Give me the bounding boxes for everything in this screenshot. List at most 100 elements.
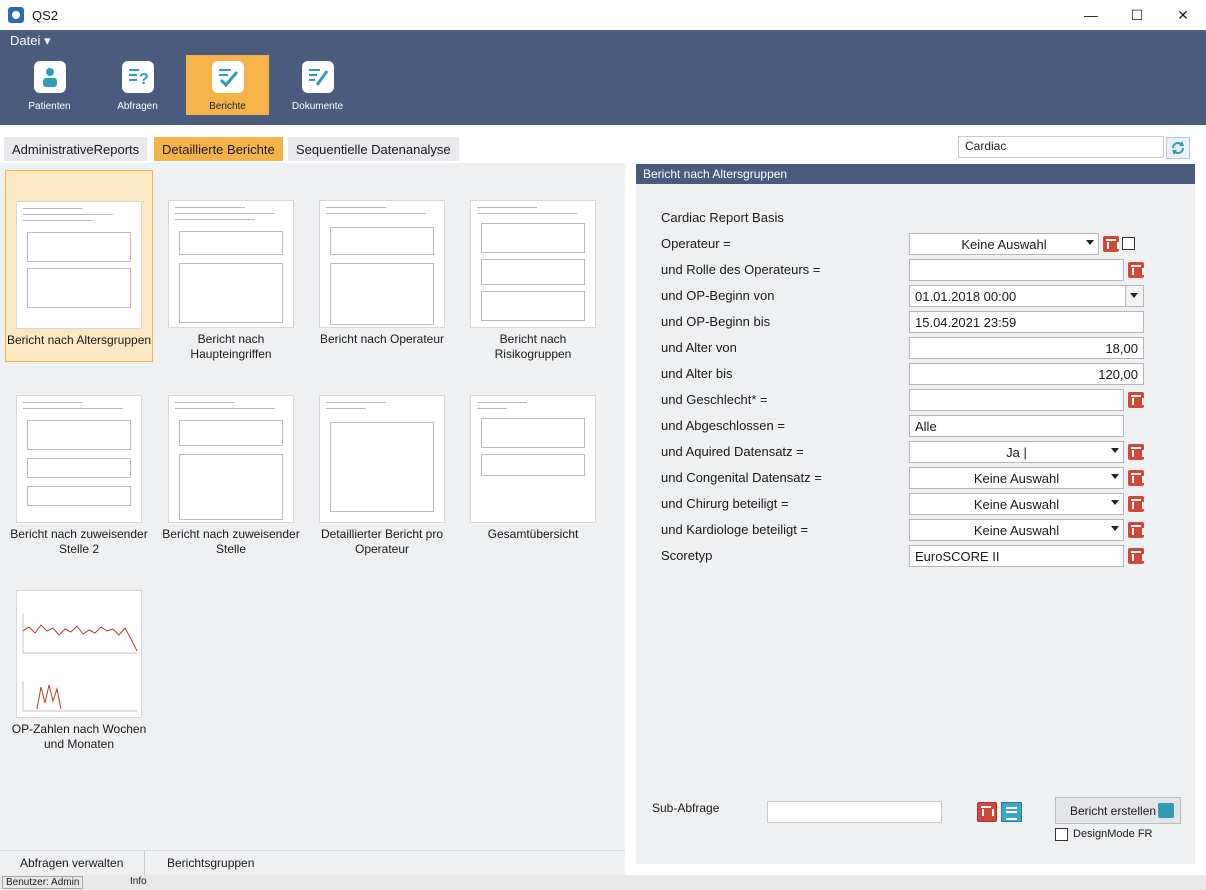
geschlecht-label: und Geschlecht* =: [661, 392, 768, 407]
title-bar: QS2 — ☐ ✕: [0, 0, 1206, 30]
trash-icon[interactable]: [1128, 392, 1144, 408]
tab-administrative-reports[interactable]: AdministrativeReports: [4, 137, 148, 161]
ribbon-berichte-button[interactable]: Berichte: [186, 55, 269, 115]
chirurg-select[interactable]: Keine Auswahl: [909, 493, 1124, 515]
report-tile-altersgruppen[interactable]: Bericht nach Altersgruppen: [5, 170, 153, 362]
tab-detaillierte-berichte[interactable]: Detaillierte Berichte: [154, 137, 283, 161]
document-edit-icon: [301, 61, 334, 93]
aquired-label: und Aquired Datensatz =: [661, 444, 804, 459]
alter-bis-field[interactable]: 120,00: [909, 363, 1144, 385]
minimize-button[interactable]: —: [1068, 0, 1114, 30]
report-label: Gesamtübersicht: [487, 527, 579, 541]
report-thumbnail: [319, 200, 445, 328]
calendar-dropdown-icon[interactable]: [1125, 286, 1143, 306]
operateur-select[interactable]: Keine Auswahl: [909, 233, 1099, 255]
operateur-label: Operateur =: [661, 236, 731, 251]
list-icon[interactable]: [1001, 802, 1022, 822]
report-label: Bericht nach Altersgruppen: [6, 333, 152, 347]
ribbon-patienten-button[interactable]: Patienten: [8, 55, 91, 115]
panel-header: Bericht nach Altersgruppen: [636, 164, 1195, 184]
search-input[interactable]: Cardiac: [958, 136, 1164, 158]
berichtsgruppen-tab[interactable]: Berichtsgruppen: [167, 856, 254, 870]
trash-icon[interactable]: [1128, 470, 1144, 486]
close-button[interactable]: ✕: [1160, 0, 1206, 30]
abgeschlossen-label: und Abgeschlossen =: [661, 418, 785, 433]
geschlecht-field[interactable]: [909, 389, 1124, 411]
maximize-button[interactable]: ☐: [1114, 0, 1160, 30]
report-tile-gesamtuebersicht[interactable]: Gesamtübersicht: [459, 365, 607, 557]
alter-bis-label: und Alter bis: [661, 366, 733, 381]
aquired-select[interactable]: Ja |: [909, 441, 1124, 463]
report-label: Bericht nach Operateur: [319, 332, 445, 346]
report-parameters-panel: Bericht nach Altersgruppen Cardiac Repor…: [636, 164, 1195, 864]
bericht-erstellen-label: Bericht erstellen: [1070, 803, 1157, 818]
rolle-field[interactable]: [909, 259, 1124, 281]
scoretyp-label: Scoretyp: [661, 548, 713, 563]
op-beginn-von-field[interactable]: 01.01.2018 00:00: [909, 285, 1144, 307]
report-tile-haupteingriffen[interactable]: Bericht nach Haupteingriffen: [157, 170, 305, 362]
congenital-value: Keine Auswahl: [973, 470, 1060, 486]
report-label: Detaillierter Bericht pro Operateur: [320, 527, 444, 556]
ribbon-dokumente-button[interactable]: Dokumente: [276, 55, 359, 115]
rolle-label: und Rolle des Operateurs =: [661, 262, 821, 277]
congenital-select[interactable]: Keine Auswahl: [909, 467, 1124, 489]
report-label: OP-Zahlen nach Wochen und Monaten: [11, 722, 147, 751]
designmode-label: DesignMode FR: [1073, 828, 1153, 840]
report-thumbnail: [16, 395, 142, 523]
scoretyp-field[interactable]: EuroSCORE II: [909, 545, 1124, 567]
op-beginn-von-label: und OP-Beginn von: [661, 288, 775, 303]
ribbon-label: Dokumente: [291, 101, 344, 112]
report-thumbnail: [168, 200, 294, 328]
menu-datei[interactable]: Datei ▾: [10, 33, 51, 49]
sub-abfrage-input[interactable]: [767, 801, 942, 823]
chevron-down-icon: [1111, 474, 1119, 479]
report-thumbnail: [470, 395, 596, 523]
alter-von-field[interactable]: 18,00: [909, 337, 1144, 359]
alter-von-label: und Alter von: [661, 340, 737, 355]
report-label: Bericht nach Haupteingriffen: [190, 332, 272, 361]
operateur-checkbox[interactable]: [1122, 237, 1135, 250]
sub-abfrage-label: Sub-Abfrage: [652, 801, 720, 815]
status-info[interactable]: Info: [130, 876, 147, 887]
report-thumbnail: [16, 201, 142, 329]
trash-icon[interactable]: [1128, 262, 1144, 278]
trash-icon[interactable]: [977, 802, 997, 822]
form-title: Cardiac Report Basis: [661, 210, 784, 225]
bericht-erstellen-button[interactable]: Bericht erstellen: [1055, 797, 1181, 824]
report-tile-zuweisender-stelle[interactable]: Bericht nach zuweisender Stelle: [157, 365, 305, 557]
trash-icon[interactable]: [1128, 548, 1144, 564]
ribbon-label: Abfragen: [117, 101, 158, 112]
trash-icon[interactable]: [1128, 522, 1144, 538]
ribbon-abfragen-button[interactable]: ? Abfragen: [96, 55, 179, 115]
report-tile-op-zahlen[interactable]: OP-Zahlen nach Wochen und Monaten: [5, 560, 153, 752]
svg-text:?: ?: [139, 71, 149, 88]
chirurg-label: und Chirurg beteiligt =: [661, 496, 789, 511]
report-check-icon: [211, 61, 244, 93]
kardiologe-select[interactable]: Keine Auswahl: [909, 519, 1124, 541]
trash-icon[interactable]: [1128, 496, 1144, 512]
app-logo-icon: [8, 7, 24, 23]
window-controls: — ☐ ✕: [1068, 0, 1206, 30]
abfragen-verwalten-tab[interactable]: Abfragen verwalten: [20, 856, 123, 870]
trash-icon[interactable]: [1103, 236, 1119, 252]
bottom-tabs: Abfragen verwalten Berichtsgruppen: [0, 850, 625, 876]
report-tile-detaillierter-bericht[interactable]: Detaillierter Bericht pro Operateur: [308, 365, 456, 557]
ribbon: Datei ▾ Patienten ? Abfragen Berichte Do…: [0, 30, 1206, 125]
op-beginn-bis-label: und OP-Beginn bis: [661, 314, 771, 329]
report-tile-zuweisender-stelle-2[interactable]: Bericht nach zuweisender Stelle 2: [5, 365, 153, 557]
refresh-button[interactable]: [1166, 137, 1190, 159]
chevron-down-icon: [1086, 240, 1094, 245]
abgeschlossen-field[interactable]: Alle: [909, 415, 1124, 437]
operateur-value: Keine Auswahl: [961, 236, 1047, 252]
report-label: Bericht nach zuweisender Stelle 2: [10, 527, 148, 556]
status-bar: Benutzer: Admin Info: [0, 875, 1206, 890]
window-title: QS2: [32, 7, 59, 23]
kardiologe-label: und Kardiologe beteiligt =: [661, 522, 809, 537]
report-tile-risikogruppen[interactable]: Bericht nach Risikogruppen: [459, 170, 607, 362]
tab-sequentielle-datenanalyse[interactable]: Sequentielle Datenanalyse: [288, 137, 459, 161]
ribbon-label: Patienten: [28, 101, 71, 112]
report-tile-operateur[interactable]: Bericht nach Operateur: [308, 170, 456, 362]
designmode-checkbox[interactable]: [1055, 828, 1068, 841]
trash-icon[interactable]: [1128, 444, 1144, 460]
op-beginn-bis-field[interactable]: 15.04.2021 23:59: [909, 311, 1144, 333]
